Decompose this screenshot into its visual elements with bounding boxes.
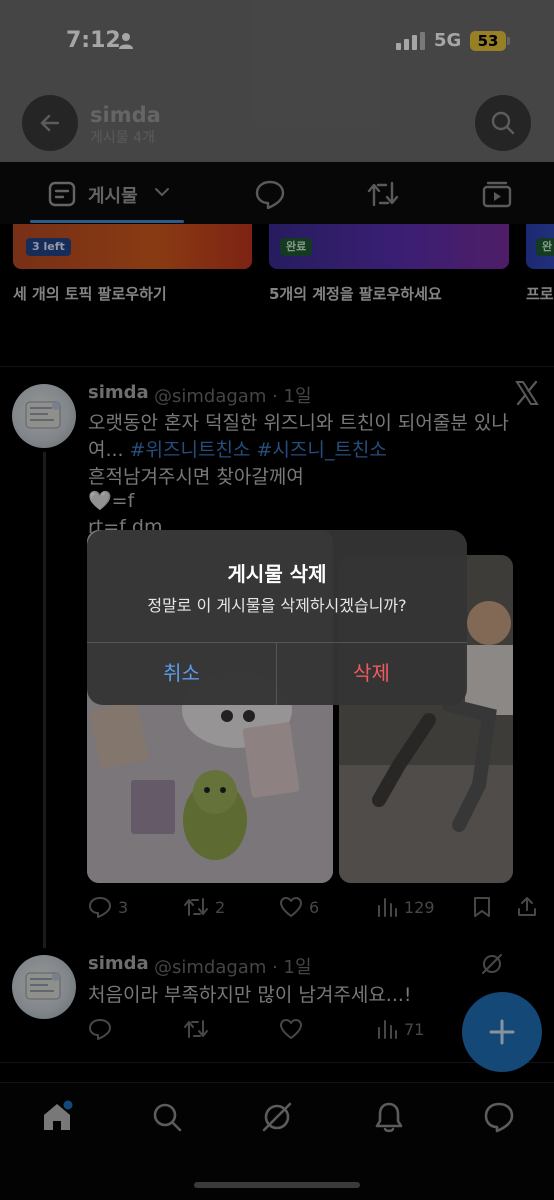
thread-line [43,452,46,948]
avatar[interactable] [12,384,76,448]
network-type: 5G [434,30,462,51]
avatar-image [25,401,61,429]
avatar[interactable] [12,955,76,1019]
tweet-text-line: 흔적남겨주시면 찾아갈께여 [88,466,304,488]
topic-card-2-caption[interactable]: 5개의 계정을 팔로우하세요 [269,283,442,304]
reply-count: 3 [118,897,129,917]
chevron-down-icon[interactable] [154,186,170,198]
tweet-text-line: 🤍=f [88,490,135,512]
like-button[interactable] [279,1018,303,1040]
tweet-author-name[interactable]: simda [88,953,149,974]
hashtag-link[interactable]: #위즈니트친소 [130,439,251,461]
person-icon [119,33,133,49]
topic-card-1-caption[interactable]: 세 개의 토픽 팔로우하기 [13,283,167,304]
post-count: 게시물 4개 [90,130,155,146]
avatar-image [25,972,61,1000]
topic-card-3-caption[interactable]: 프로 [526,283,554,304]
battery-tip [507,37,510,45]
cancel-button[interactable]: 취소 [87,642,276,705]
tweet-divider [0,1062,554,1063]
delete-post-dialog: 게시물 삭제 정말로 이 게시물을 삭제하시겠습니까? 취소 삭제 [87,530,467,705]
reply-icon [89,897,111,918]
heart-icon [280,1019,302,1039]
views-button[interactable]: 129 [376,896,435,918]
bell-icon[interactable] [373,1100,405,1134]
tab-retweets-icon[interactable] [366,178,400,210]
retweet-button[interactable]: 2 [183,896,225,918]
tweet-text-line: 오랫동안 혼자 덕질한 위즈니와 트친이 되어줄분 있나 [88,412,509,434]
tweet-author-handle[interactable]: @simdagam · 1일 [154,382,312,408]
section-divider [0,366,554,367]
grok-nav-icon[interactable] [260,1100,294,1134]
dialog-message: 정말로 이 게시물을 삭제하시겠습니까? [147,596,407,615]
share-icon[interactable] [516,895,538,917]
like-count: 6 [309,897,320,917]
reply-button[interactable]: 3 [88,896,128,918]
like-button[interactable]: 6 [279,896,319,918]
grok-icon[interactable] [480,952,504,976]
topic-card-1-badge: 3 left [26,238,71,256]
retweet-icon [184,1020,208,1038]
signal-icon [396,32,425,50]
tweet-author-handle[interactable]: @simdagam · 1일 [154,953,312,979]
topic-card-2-badge: 완료 [280,238,313,256]
tweet-text-segment: 여... [88,439,130,461]
views-icon [378,898,397,917]
tweet-author-name[interactable]: simda [88,382,149,403]
battery-indicator: 53 [470,31,506,51]
arrow-left-icon [40,114,60,132]
bookmark-icon[interactable] [472,896,492,918]
plus-icon [489,1019,515,1045]
search-button[interactable] [475,95,531,151]
heart-icon [280,897,302,917]
reply-icon [89,1019,111,1040]
tab-posts[interactable]: 게시물 [88,182,138,208]
reply-button[interactable] [88,1018,112,1040]
posts-tab-icon [48,181,76,207]
back-button[interactable] [22,95,78,151]
profile-header-bg [0,0,554,162]
retweet-icon [184,898,208,916]
delete-button[interactable]: 삭제 [277,642,466,705]
compose-button[interactable] [462,992,542,1072]
profile-name: simda [90,103,161,127]
active-tab-indicator [30,220,184,223]
hashtag-link[interactable]: #시즈니_트친소 [257,439,387,461]
views-icon [378,1020,397,1039]
tab-replies-icon[interactable] [254,178,286,210]
tweet-text-line: 처음이라 부족하지만 많이 남겨주세요...! [88,984,412,1006]
x-logo-icon [515,380,539,406]
home-icon[interactable] [40,1100,74,1134]
search-icon [491,111,515,135]
retweet-button[interactable] [183,1018,209,1040]
messages-icon[interactable] [482,1100,516,1134]
tab-media-icon[interactable] [482,180,512,208]
views-button[interactable]: 71 [376,1018,424,1040]
status-time: 7:12 [66,28,121,53]
search-nav-icon[interactable] [151,1101,183,1133]
view-count: 129 [404,897,435,917]
home-indicator [194,1182,360,1188]
tweet-text-line: 여... #위즈니트친소 #시즈니_트친소 [88,435,387,462]
topic-card-3-badge: 완 [536,238,554,256]
dialog-title: 게시물 삭제 [227,562,327,586]
view-count: 71 [404,1019,425,1039]
retweet-count: 2 [215,897,226,917]
